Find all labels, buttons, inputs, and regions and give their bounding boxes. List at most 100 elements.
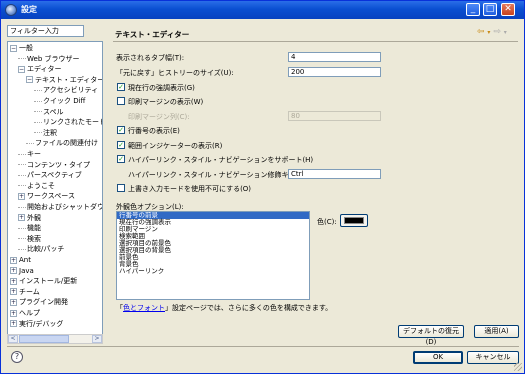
hyperlink-modifier-field[interactable] bbox=[288, 169, 381, 179]
expand-icon[interactable]: + bbox=[10, 256, 17, 264]
tree-item[interactable]: + ヘルプ bbox=[10, 309, 40, 318]
tree-item-label: ようこそ bbox=[27, 181, 55, 190]
tree-item[interactable]: − テキスト・エディター bbox=[26, 76, 102, 85]
tree-item[interactable]: リンクされたモード bbox=[34, 118, 103, 127]
hyperlink-navigation-label: ハイパーリンク・スタイル・ナビゲーションをサポート(H) bbox=[128, 156, 314, 164]
tree-item-label: チーム bbox=[19, 287, 40, 296]
preference-tree[interactable]: − 一般 Web ブラウザー − エディター − テキスト・エディター アクセシビリティ クイッ… bbox=[7, 41, 103, 336]
header-divider bbox=[113, 41, 518, 42]
tree-connector bbox=[26, 142, 34, 144]
tree-item-label: 機能 bbox=[27, 224, 41, 233]
tree-item[interactable]: 検索 bbox=[18, 235, 41, 244]
expand-icon[interactable]: + bbox=[18, 192, 25, 200]
minimize-button[interactable]: _ bbox=[466, 3, 480, 16]
tree-connector bbox=[18, 248, 26, 250]
resize-grip[interactable] bbox=[514, 363, 522, 371]
expand-icon[interactable]: + bbox=[10, 288, 17, 296]
expand-icon[interactable]: + bbox=[10, 267, 17, 275]
expand-icon[interactable]: + bbox=[10, 320, 17, 328]
tree-item[interactable]: 注釈 bbox=[34, 129, 57, 138]
appearance-color-list[interactable]: 行番号の前景 現在行の強調表示 印刷マージン 検索範囲 選択項目の前景色 選択項目の背景色… bbox=[116, 211, 310, 300]
tree-item[interactable]: + 実行/デバッグ bbox=[10, 320, 63, 329]
disable-overwrite-checkbox[interactable] bbox=[117, 184, 125, 192]
tree-item-label: ヘルプ bbox=[19, 309, 40, 317]
color-picker-button[interactable] bbox=[340, 214, 368, 227]
tree-item-label: 比較/パッチ bbox=[27, 245, 65, 254]
tree-item[interactable]: キー bbox=[18, 150, 41, 159]
restore-defaults-button[interactable]: デフォルトの復元(D) bbox=[398, 325, 464, 346]
window-title: 設定 bbox=[21, 5, 37, 14]
tree-item[interactable]: − 一般 bbox=[10, 44, 33, 53]
tab-width-label: 表示されるタブ幅(T): bbox=[116, 54, 185, 62]
tree-horizontal-scrollbar[interactable]: < > bbox=[7, 334, 103, 344]
close-button[interactable]: ✕ bbox=[501, 3, 515, 16]
tree-item[interactable]: Web ブラウザー bbox=[18, 55, 80, 64]
expand-icon[interactable]: + bbox=[18, 214, 25, 222]
expand-icon[interactable]: + bbox=[10, 298, 17, 306]
collapse-icon[interactable]: − bbox=[26, 76, 33, 84]
collapse-icon[interactable]: − bbox=[10, 44, 17, 52]
list-item[interactable]: ハイパーリンク bbox=[117, 268, 309, 275]
collapse-icon[interactable]: − bbox=[18, 65, 25, 73]
title-bar[interactable]: 設定 _ □ ✕ bbox=[1, 1, 524, 19]
tree-item[interactable]: コンテンツ・タイプ bbox=[18, 161, 90, 170]
show-print-margin-checkbox[interactable] bbox=[117, 97, 125, 105]
print-margin-column-label: 印刷マージン列(C): bbox=[128, 113, 190, 121]
undo-history-label: 「元に戻す」ヒストリーのサイズ(U): bbox=[116, 69, 234, 77]
tree-connector bbox=[18, 164, 26, 166]
cancel-button[interactable]: キャンセル bbox=[467, 351, 519, 364]
tree-item-label: 開始およびシャットダウン bbox=[27, 203, 103, 211]
tree-item[interactable]: スペル bbox=[34, 108, 64, 117]
help-icon[interactable]: ? bbox=[11, 351, 23, 363]
tree-item-label: 実行/デバッグ bbox=[19, 319, 64, 328]
tree-item[interactable]: + チーム bbox=[10, 288, 40, 297]
colors-and-fonts-link[interactable]: 色とフォント bbox=[123, 304, 165, 312]
back-dropdown-icon[interactable]: ▾ bbox=[487, 29, 490, 36]
back-arrow-icon[interactable]: ⇦ bbox=[477, 27, 485, 37]
tree-item[interactable]: 比較/パッチ bbox=[18, 245, 64, 254]
list-item[interactable]: 前景色 bbox=[117, 254, 309, 261]
page-navigation: ⇦ ▾ ⇨ ▾ bbox=[477, 27, 507, 37]
forward-dropdown-icon[interactable]: ▾ bbox=[504, 29, 507, 36]
tree-item[interactable]: ファイルの関連付け bbox=[26, 139, 98, 148]
scroll-thumb[interactable] bbox=[19, 335, 69, 343]
print-margin-column-field[interactable] bbox=[288, 111, 381, 121]
tree-item[interactable]: + Ant bbox=[10, 256, 31, 265]
tree-item[interactable]: パースペクティブ bbox=[18, 171, 82, 180]
expand-icon[interactable]: + bbox=[10, 277, 17, 285]
hyperlink-navigation-checkbox[interactable]: ✓ bbox=[117, 155, 125, 163]
disable-overwrite-label: 上書き入力モードを使用不可にする(O) bbox=[128, 185, 252, 193]
tree-item[interactable]: 開始およびシャットダウン bbox=[18, 203, 103, 212]
tree-item-label: プラグイン開発 bbox=[19, 298, 68, 307]
tab-width-field[interactable] bbox=[288, 52, 381, 62]
show-range-indicator-checkbox[interactable]: ✓ bbox=[117, 141, 125, 149]
forward-arrow-icon[interactable]: ⇨ bbox=[493, 27, 501, 37]
filter-input[interactable] bbox=[7, 25, 84, 37]
undo-history-field[interactable] bbox=[288, 67, 381, 77]
tree-item[interactable]: − エディター bbox=[18, 65, 62, 74]
tree-item[interactable]: + ワークスペース bbox=[18, 192, 75, 201]
tree-connector bbox=[18, 58, 26, 60]
list-item[interactable]: 印刷マージン bbox=[117, 226, 309, 233]
tree-item[interactable]: + 外観 bbox=[18, 214, 41, 223]
tree-item[interactable]: + インストール/更新 bbox=[10, 277, 77, 286]
highlight-current-line-checkbox[interactable]: ✓ bbox=[117, 83, 125, 91]
tree-item[interactable]: 機能 bbox=[18, 224, 41, 233]
tree-item[interactable]: アクセシビリティ bbox=[34, 86, 98, 95]
list-item[interactable]: 選択項目の背景色 bbox=[117, 247, 309, 254]
tree-item[interactable]: + Java bbox=[10, 267, 34, 276]
tree-item[interactable]: + プラグイン開発 bbox=[10, 298, 68, 307]
color-label: 色(C): bbox=[317, 218, 337, 226]
maximize-button[interactable]: □ bbox=[483, 3, 497, 16]
expand-icon[interactable]: + bbox=[10, 309, 17, 317]
link-prefix: 「 bbox=[116, 304, 123, 312]
tree-item-label: リンクされたモード bbox=[43, 118, 103, 127]
tree-item[interactable]: ようこそ bbox=[18, 182, 55, 191]
ok-button[interactable]: OK bbox=[413, 351, 463, 364]
scroll-left-button[interactable]: < bbox=[8, 335, 18, 343]
tree-item[interactable]: クイック Diff bbox=[34, 97, 85, 106]
tree-connector bbox=[34, 89, 42, 91]
scroll-right-button[interactable]: > bbox=[92, 335, 102, 343]
apply-button[interactable]: 適用(A) bbox=[474, 325, 519, 338]
show-line-numbers-checkbox[interactable]: ✓ bbox=[117, 126, 125, 134]
